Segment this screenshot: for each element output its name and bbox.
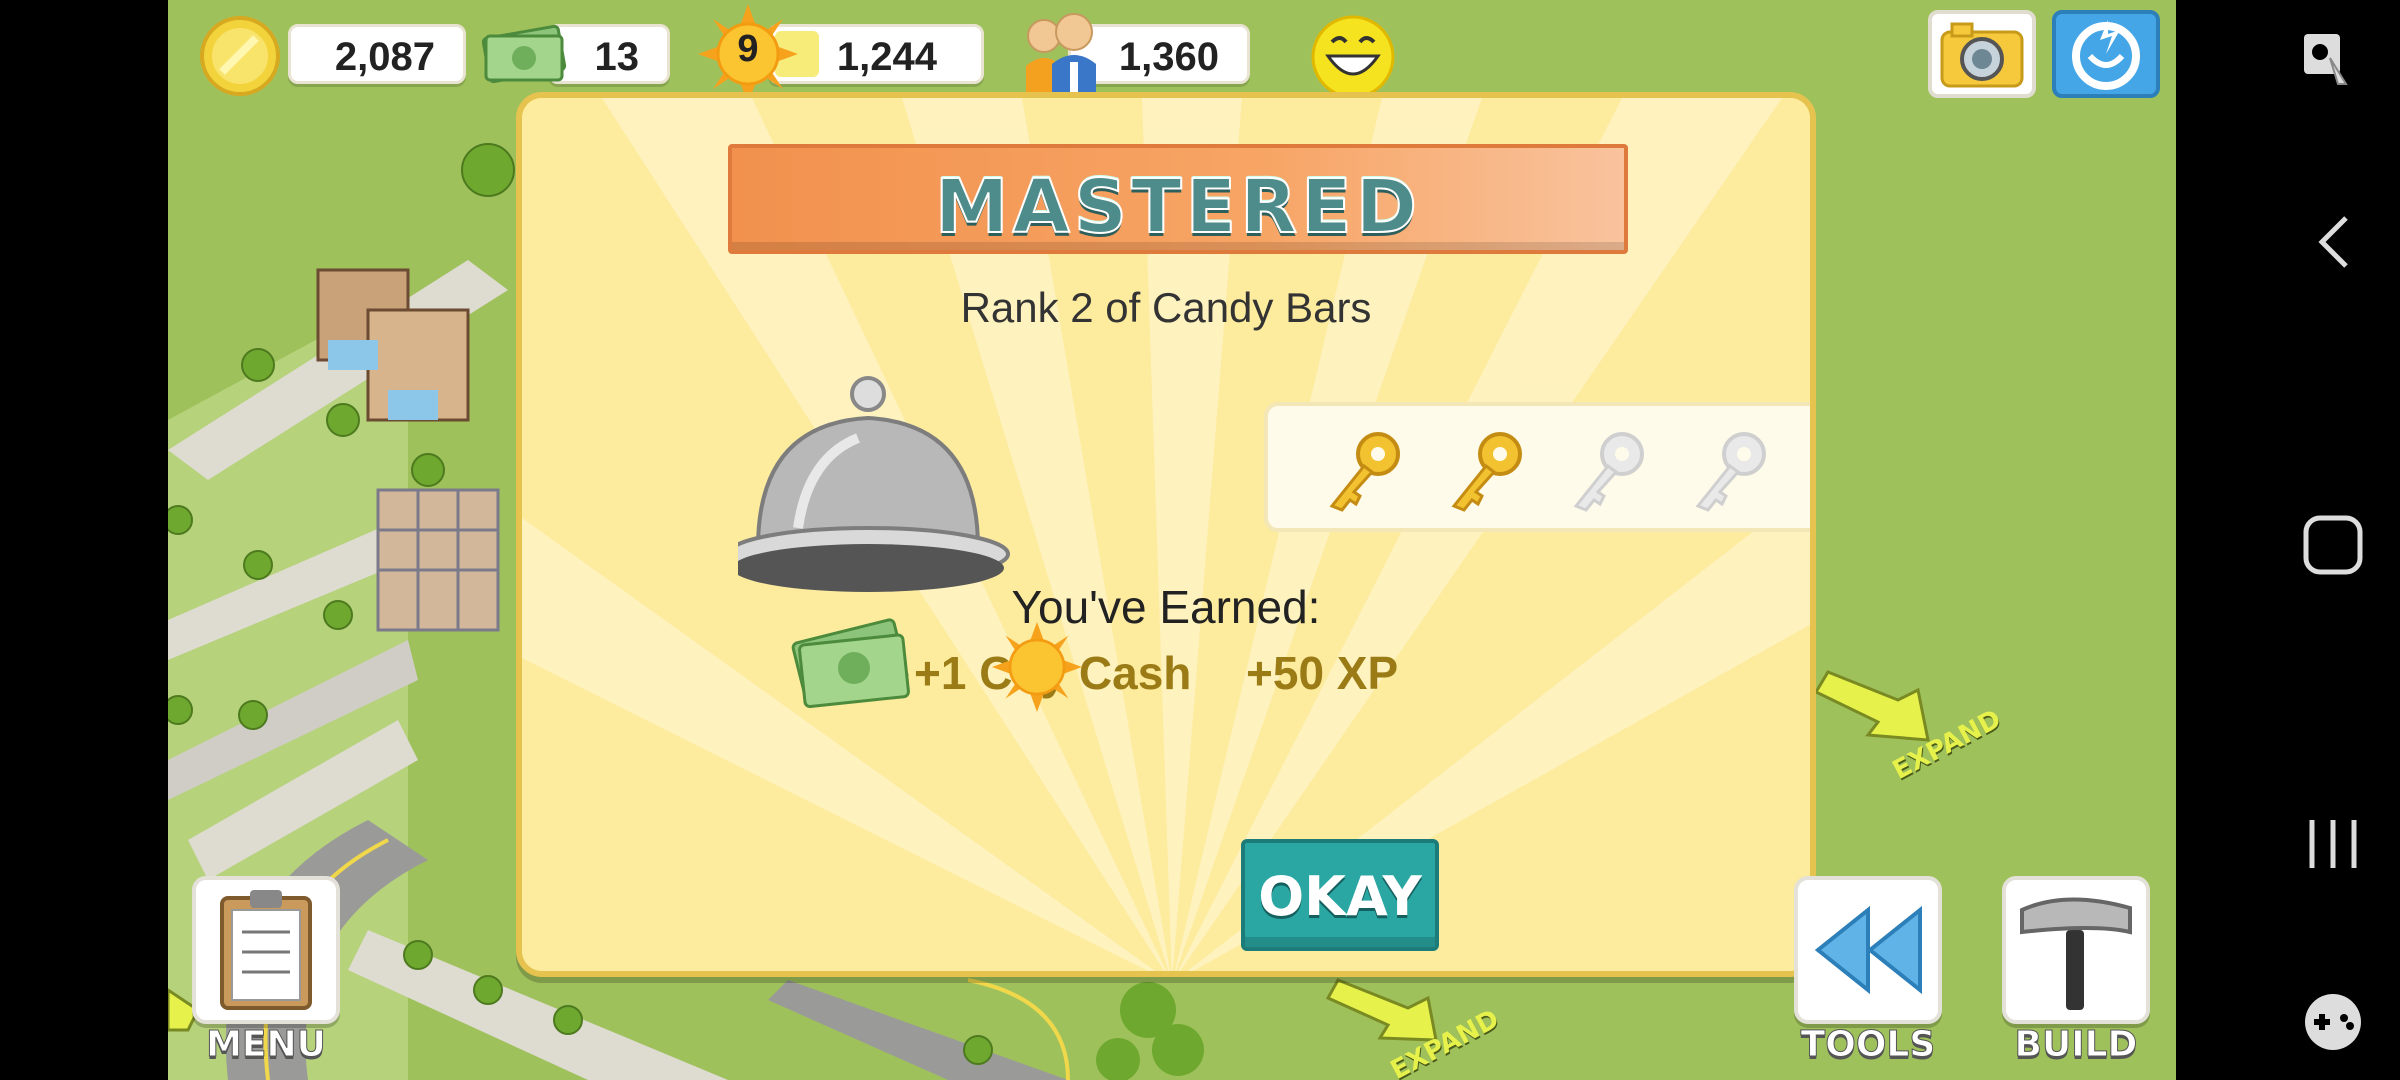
hammer-icon xyxy=(2020,897,2132,1010)
coins-counter[interactable]: 2,087 xyxy=(288,24,466,84)
rewind-icon xyxy=(1814,905,1922,995)
gamepad-icon[interactable] xyxy=(2298,990,2368,1054)
build-label[interactable]: BUILD xyxy=(1994,1024,2158,1066)
people-icon xyxy=(1026,13,1096,98)
cash-icon xyxy=(481,24,567,84)
okay-button[interactable]: OKAY xyxy=(1241,839,1439,951)
social-button[interactable] xyxy=(2052,10,2160,98)
game-viewport[interactable]: EXPAND EXPAND 2,087 13 1,244 9 1,360 MAS… xyxy=(168,0,2176,1080)
menu-label[interactable]: MENU xyxy=(192,1024,340,1066)
screen: EXPAND EXPAND 2,087 13 1,244 9 1,360 MAS… xyxy=(0,0,2400,1080)
coin-icon xyxy=(200,16,280,96)
mastered-banner: MASTERED xyxy=(728,144,1628,254)
home-icon[interactable] xyxy=(2298,510,2368,580)
smiley-icon[interactable] xyxy=(1310,14,1396,100)
population-value: 1,360 xyxy=(1118,35,1219,79)
mastered-dialog: MASTERED Rank 2 of Candy Bars You've Ear… xyxy=(516,92,1816,977)
city-cash-value: 13 xyxy=(594,35,640,79)
key-icon xyxy=(1451,432,1522,512)
mastery-keys-panel xyxy=(1264,402,1810,532)
cloche-icon xyxy=(738,376,1010,592)
xp-value: 1,244 xyxy=(836,35,937,79)
rank-text: Rank 2 of Candy Bars xyxy=(960,284,1372,331)
key-icon-empty xyxy=(1695,432,1766,512)
camera-button[interactable] xyxy=(1928,10,2036,98)
reward-xp: +50 XP xyxy=(1246,647,1399,699)
okay-label: OKAY xyxy=(1258,865,1422,928)
key-icon xyxy=(1329,432,1400,512)
build-button[interactable] xyxy=(2002,876,2150,1024)
screen-pin-icon[interactable] xyxy=(2296,28,2360,92)
xp-counter[interactable]: 1,244 xyxy=(768,24,984,84)
back-icon[interactable] xyxy=(2306,212,2366,272)
tools-button[interactable] xyxy=(1794,876,1942,1024)
camera-icon xyxy=(1940,22,2024,88)
level-value: 9 xyxy=(737,28,759,70)
clipboard-icon xyxy=(220,890,312,1010)
banner-title: MASTERED xyxy=(934,163,1422,251)
system-nav-bar xyxy=(2176,0,2400,1080)
sun-icon xyxy=(992,622,1082,712)
tools-label[interactable]: TOOLS xyxy=(1786,1024,1950,1066)
recents-icon[interactable] xyxy=(2298,814,2368,874)
earned-heading: You've Earned: xyxy=(1011,581,1321,633)
menu-button[interactable] xyxy=(192,876,340,1024)
coins-value: 2,087 xyxy=(334,35,435,79)
key-icon-empty xyxy=(1573,432,1644,512)
social-icon xyxy=(2072,20,2140,90)
cash-icon xyxy=(791,618,910,709)
